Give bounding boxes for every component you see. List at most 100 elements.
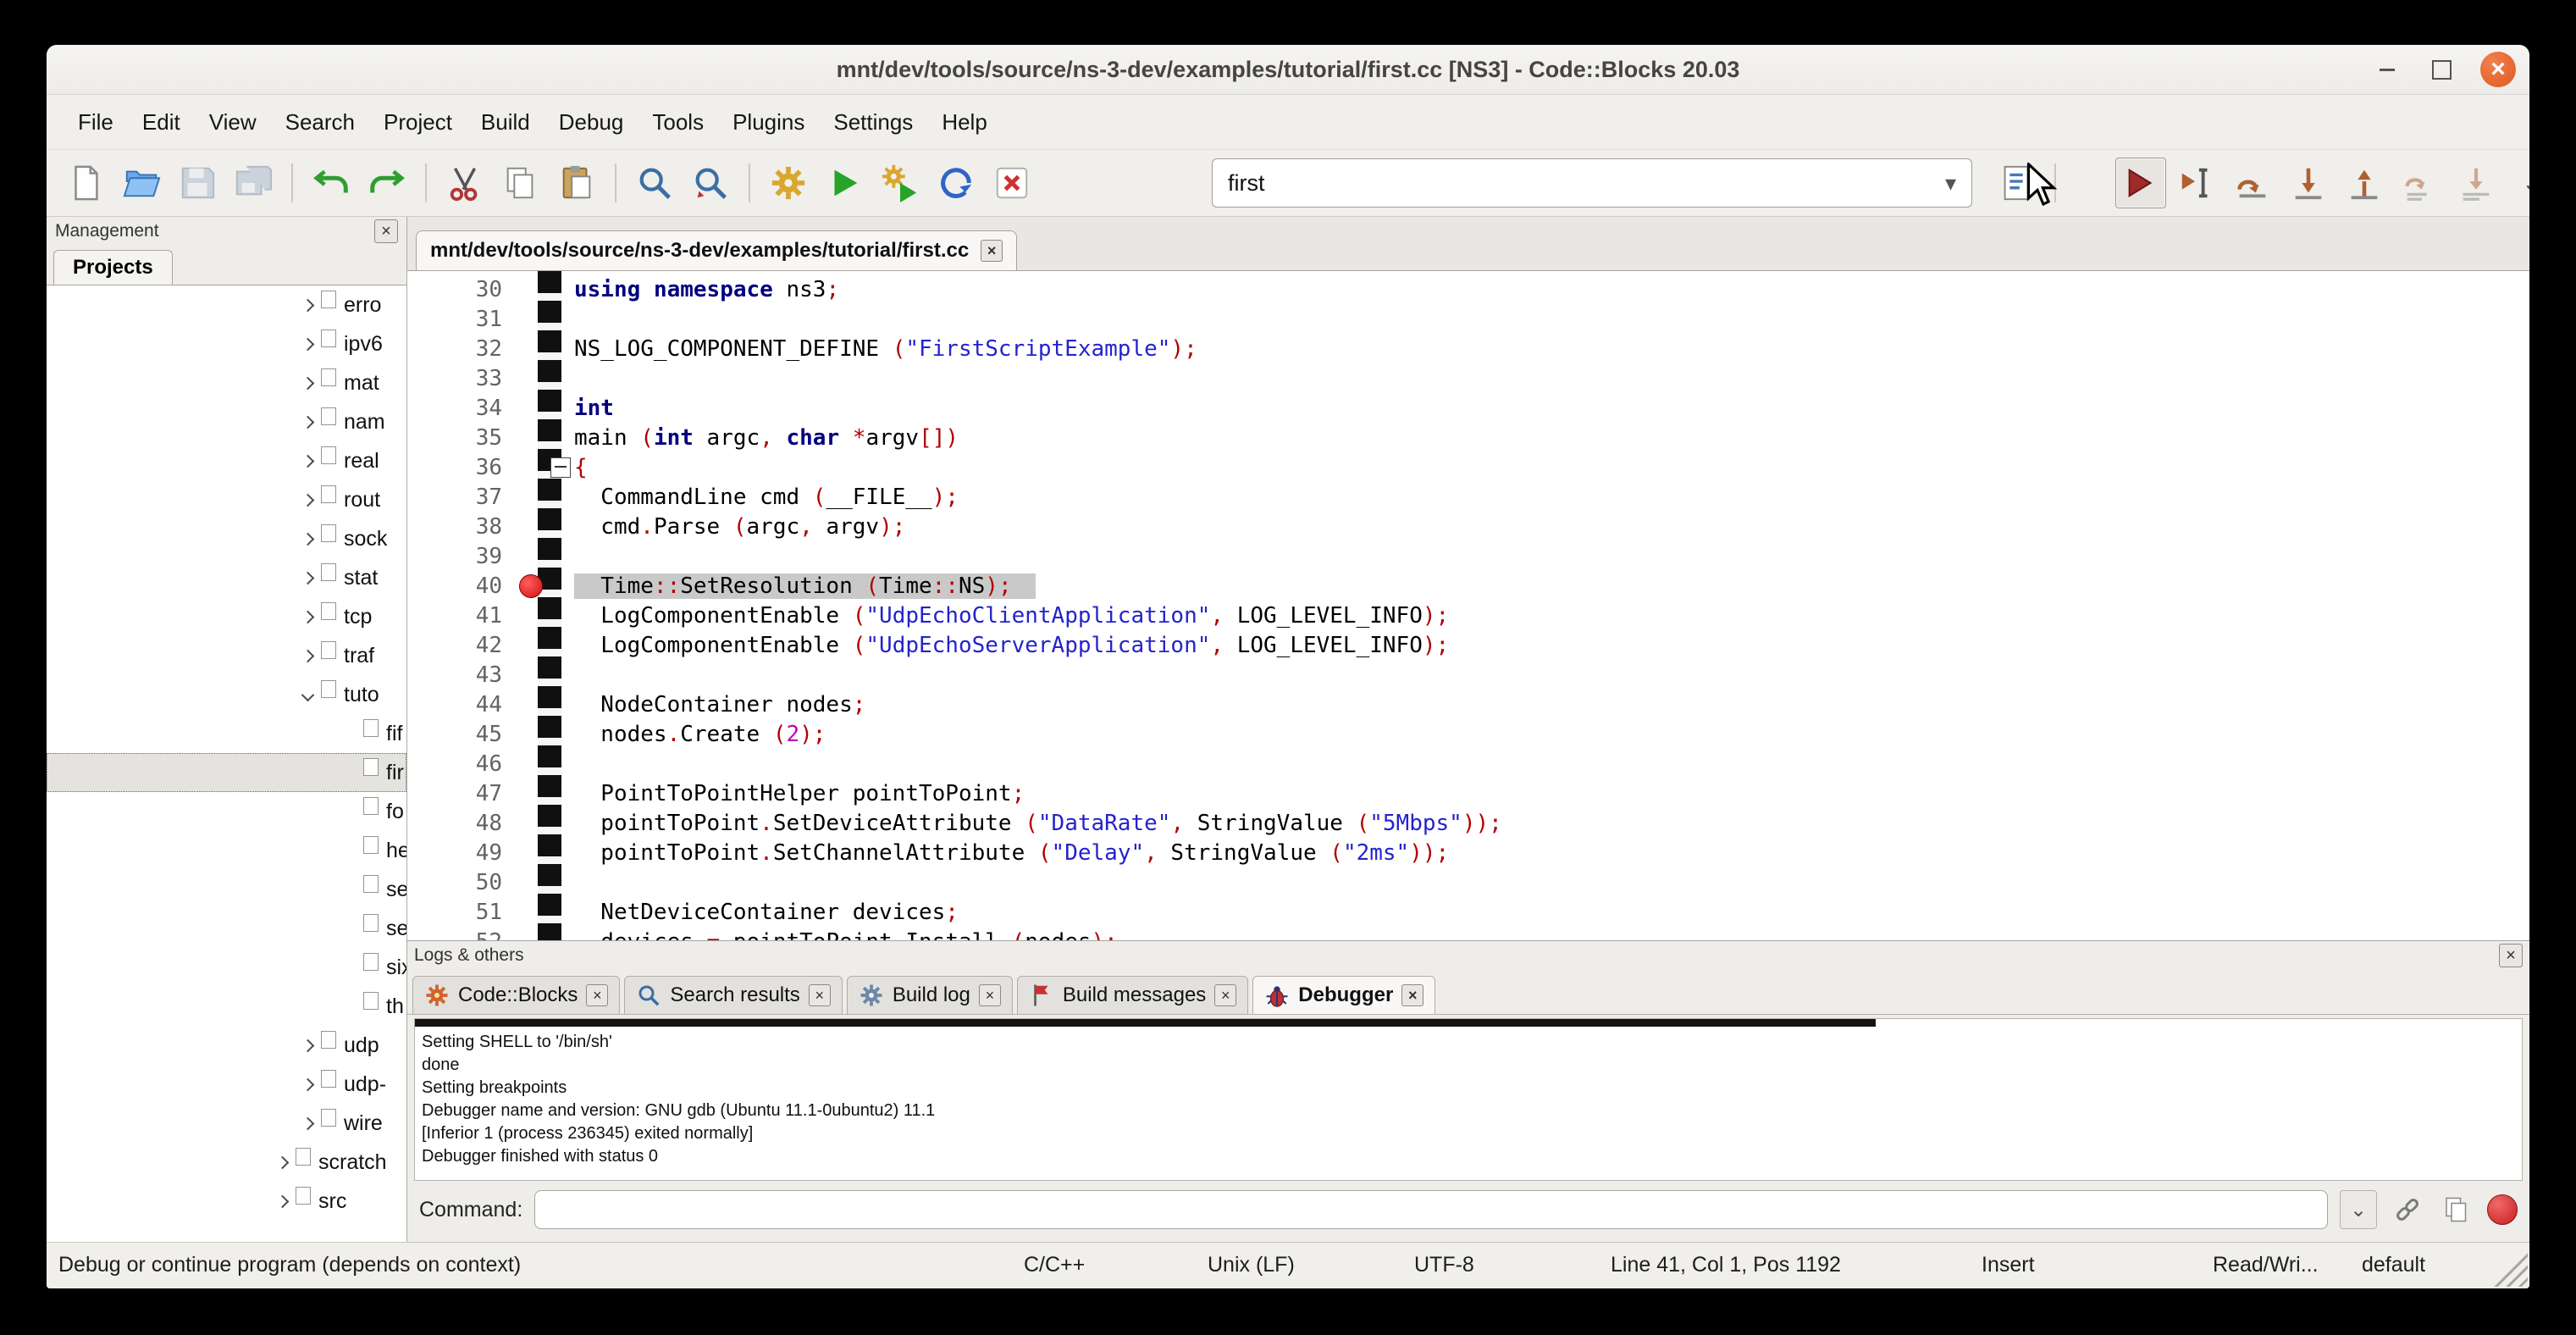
tab-close-icon[interactable]: ×	[979, 984, 1001, 1006]
copy-button[interactable]	[495, 158, 546, 208]
management-close-icon[interactable]: ×	[374, 219, 398, 243]
titlebar[interactable]: mnt/dev/tools/source/ns-3-dev/examples/t…	[47, 45, 2529, 95]
chevron-right-icon[interactable]	[277, 1157, 288, 1168]
line-number[interactable]: 52	[407, 929, 502, 941]
tree-item-wire[interactable]: wire	[47, 1104, 406, 1143]
menu-plugins[interactable]: Plugins	[718, 102, 819, 143]
tree-item-stat[interactable]: stat	[47, 558, 406, 597]
menu-search[interactable]: Search	[271, 102, 369, 143]
code-line-33[interactable]: 33	[407, 363, 2529, 393]
breakpoint-margin[interactable]	[538, 271, 561, 940]
code-line-49[interactable]: 49 pointToPoint.SetChannelAttribute ("De…	[407, 838, 2529, 867]
code-line-37[interactable]: 37 CommandLine cmd (__FILE__);	[407, 482, 2529, 512]
code-line-46[interactable]: 46	[407, 749, 2529, 778]
menu-project[interactable]: Project	[369, 102, 467, 143]
code-line-30[interactable]: 30using namespace ns3;	[407, 274, 2529, 304]
line-number[interactable]: 31	[407, 307, 502, 332]
tree-item-tcp[interactable]: tcp	[47, 597, 406, 636]
build-and-run-button[interactable]	[875, 158, 926, 208]
paste-button[interactable]	[551, 158, 602, 208]
code-line-38[interactable]: 38 cmd.Parse (argc, argv);	[407, 512, 2529, 541]
line-number[interactable]: 39	[407, 544, 502, 569]
tree-item-tuto[interactable]: tuto	[47, 675, 406, 714]
menu-build[interactable]: Build	[467, 102, 544, 143]
chevron-right-icon[interactable]	[302, 378, 313, 389]
step-into-instruction-button[interactable]	[2451, 158, 2501, 208]
code-line-31[interactable]: 31	[407, 304, 2529, 334]
line-number[interactable]: 43	[407, 662, 502, 688]
new-file-button[interactable]	[60, 158, 111, 208]
line-number[interactable]: 33	[407, 366, 502, 391]
line-number[interactable]: 40	[407, 573, 502, 599]
redo-button[interactable]	[362, 158, 412, 208]
tree-item-scratch[interactable]: scratch	[47, 1143, 406, 1182]
code-line-44[interactable]: 44 NodeContainer nodes;	[407, 690, 2529, 719]
tab-build-messages[interactable]: Build messages ×	[1017, 976, 1248, 1014]
debugger-log-area[interactable]: Setting SHELL to '/bin/sh'doneSetting br…	[414, 1018, 2523, 1181]
save-button[interactable]	[172, 158, 223, 208]
code-editor[interactable]: 30using namespace ns3;3132NS_LOG_COMPONE…	[407, 271, 2529, 940]
code-line-42[interactable]: 42 LogComponentEnable ("UdpEchoServerApp…	[407, 630, 2529, 660]
tab-search-results[interactable]: Search results ×	[624, 976, 842, 1014]
line-number[interactable]: 46	[407, 751, 502, 777]
tab-close-icon[interactable]: ×	[586, 984, 608, 1006]
project-tree[interactable]: erroipv6matnamrealroutsockstattcptraftut…	[47, 285, 406, 1242]
tab-close-icon[interactable]: ×	[809, 984, 831, 1006]
line-number[interactable]: 42	[407, 633, 502, 658]
tree-item-udp[interactable]: udp	[47, 1026, 406, 1065]
code-line-39[interactable]: 39	[407, 541, 2529, 571]
code-line-50[interactable]: 50	[407, 867, 2529, 897]
chevron-right-icon[interactable]	[302, 1079, 313, 1090]
stop-debugger-button[interactable]	[2487, 1194, 2518, 1225]
chevron-right-icon[interactable]	[302, 456, 313, 467]
tree-item-th[interactable]: th	[47, 987, 406, 1026]
save-all-button[interactable]	[228, 158, 279, 208]
line-number[interactable]: 47	[407, 781, 502, 806]
chevron-right-icon[interactable]	[302, 573, 313, 584]
line-number[interactable]: 45	[407, 722, 502, 747]
line-number[interactable]: 37	[407, 485, 502, 510]
chevron-right-icon[interactable]	[302, 339, 313, 350]
line-number[interactable]: 41	[407, 603, 502, 629]
chevron-down-icon[interactable]: ▾	[1945, 170, 1956, 197]
menu-tools[interactable]: Tools	[638, 102, 718, 143]
resize-grip[interactable]	[2489, 1248, 2528, 1287]
tab-close-icon[interactable]: ×	[1214, 984, 1236, 1006]
code-line-52[interactable]: 52 devices = pointToPoint.Install (nodes…	[407, 927, 2529, 940]
editor-tab-first-cc[interactable]: mnt/dev/tools/source/ns-3-dev/examples/t…	[416, 230, 1017, 270]
next-instruction-button[interactable]	[2395, 158, 2446, 208]
find-button[interactable]	[629, 158, 680, 208]
tree-item-he[interactable]: he	[47, 831, 406, 870]
code-line-45[interactable]: 45 nodes.Create (2);	[407, 719, 2529, 749]
code-line-41[interactable]: 41 LogComponentEnable ("UdpEchoClientApp…	[407, 601, 2529, 630]
tree-item-erro[interactable]: erro	[47, 285, 406, 324]
menu-view[interactable]: View	[195, 102, 271, 143]
find-in-files-button[interactable]	[685, 158, 736, 208]
maximize-button[interactable]	[2426, 54, 2457, 85]
chevron-right-icon[interactable]	[302, 651, 313, 662]
menu-file[interactable]: File	[64, 102, 128, 143]
code-line-51[interactable]: 51 NetDeviceContainer devices;	[407, 897, 2529, 927]
code-line-48[interactable]: 48 pointToPoint.SetDeviceAttribute ("Dat…	[407, 808, 2529, 838]
run-to-cursor-button[interactable]	[2171, 158, 2222, 208]
tree-item-real[interactable]: real	[47, 441, 406, 480]
tree-item-rout[interactable]: rout	[47, 480, 406, 519]
chevron-right-icon[interactable]	[302, 495, 313, 506]
tree-item-six[interactable]: six	[47, 948, 406, 987]
step-out-button[interactable]	[2339, 158, 2390, 208]
chevron-right-icon[interactable]	[302, 534, 313, 545]
command-history-dropdown[interactable]: ⌄	[2340, 1190, 2377, 1229]
tree-item-se[interactable]: se	[47, 909, 406, 948]
tab-build-log[interactable]: Build log ×	[847, 976, 1013, 1014]
debugger-command-input[interactable]	[534, 1190, 2328, 1229]
attach-button[interactable]	[2389, 1191, 2426, 1228]
next-line-button[interactable]	[2227, 158, 2278, 208]
tree-item-nam[interactable]: nam	[47, 402, 406, 441]
chevron-right-icon[interactable]	[302, 417, 313, 428]
tree-item-udp-[interactable]: udp-	[47, 1065, 406, 1104]
chevron-right-icon[interactable]	[302, 300, 313, 311]
line-number[interactable]: 49	[407, 840, 502, 866]
abort-button[interactable]	[987, 158, 1037, 208]
tree-item-mat[interactable]: mat	[47, 363, 406, 402]
editor-tab-close-icon[interactable]: ×	[981, 240, 1003, 262]
